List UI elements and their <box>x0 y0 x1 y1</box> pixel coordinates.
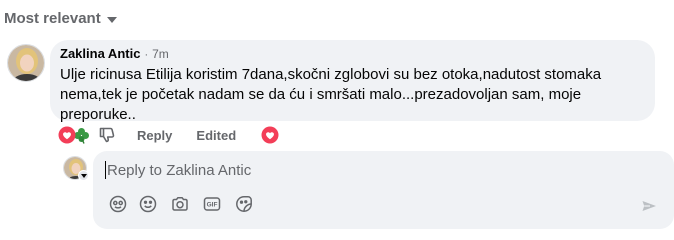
thumbs-down-icon[interactable] <box>98 126 116 144</box>
text-cursor <box>105 161 106 179</box>
reply-input[interactable] <box>107 159 627 181</box>
avatar-sticker-icon[interactable] <box>107 193 129 215</box>
comment-actions: Reply Edited <box>58 125 279 145</box>
sort-label: Most relevant <box>4 10 101 27</box>
reaction-love-icon[interactable] <box>261 126 279 144</box>
camera-icon[interactable] <box>169 193 191 215</box>
avatar[interactable] <box>7 44 45 82</box>
avatar-photo <box>8 45 44 81</box>
caret-down-icon <box>106 17 117 23</box>
profile-switch-chevron-icon[interactable] <box>78 170 89 181</box>
emoji-icon[interactable] <box>137 193 159 215</box>
send-icon[interactable] <box>638 195 660 217</box>
reply-link[interactable]: Reply <box>137 128 172 143</box>
author-name[interactable]: Zaklina Antic <box>60 45 140 62</box>
sort-dropdown[interactable]: Most relevant <box>4 10 117 27</box>
comment-timestamp[interactable]: 7m <box>152 46 169 63</box>
reply-composer: GIF <box>93 151 674 229</box>
edited-label[interactable]: Edited <box>196 128 236 143</box>
comment-bubble: Zaklina Antic · 7m Ulje ricinusa Etilija… <box>50 40 655 144</box>
love-reaction-icon[interactable] <box>58 126 76 144</box>
gif-icon[interactable]: GIF <box>201 193 223 215</box>
comment-header: Zaklina Antic · 7m <box>60 45 643 64</box>
sticker-icon[interactable] <box>233 193 255 215</box>
svg-text:GIF: GIF <box>207 202 218 209</box>
separator-dot: · <box>144 49 149 61</box>
comment-text: Ulje ricinusa Etilija koristim 7dana,sko… <box>60 66 602 123</box>
